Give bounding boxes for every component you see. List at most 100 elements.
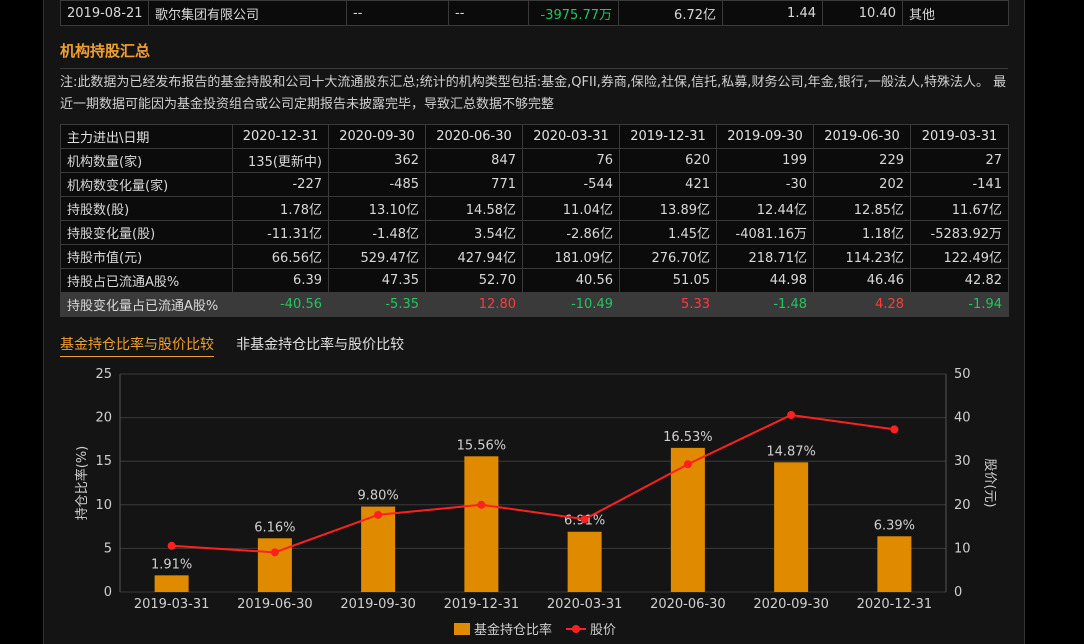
bar-value-label: 6.16% — [254, 520, 295, 535]
table-cell: 5.33 — [619, 292, 717, 317]
holder-pct1: 1.44 — [722, 0, 823, 26]
legend-bar-label: 基金持仓比率 — [474, 622, 552, 638]
bar-value-label: 9.80% — [357, 489, 398, 504]
price-point — [890, 425, 899, 434]
tab-non-fund-ratio[interactable]: 非基金持仓比率与股价比较 — [236, 334, 404, 356]
price-point — [477, 500, 486, 509]
row-label: 持股数(股) — [60, 196, 233, 221]
right-tick-label: 20 — [954, 498, 971, 513]
table-cell: -5.35 — [328, 292, 426, 317]
table-cell: -40.56 — [232, 292, 329, 317]
x-tick-label: 2020-09-30 — [753, 597, 829, 612]
holder-value: 6.72亿 — [618, 0, 723, 26]
table-cell: 199 — [716, 148, 814, 173]
left-axis-title: 持仓比率(%) — [74, 446, 90, 521]
bar-value-label: 6.39% — [874, 518, 915, 533]
legend-line-label: 股价 — [590, 623, 616, 638]
table-cell: 529.47亿 — [328, 244, 426, 269]
x-tick-label: 2019-09-30 — [340, 597, 416, 612]
header-date: 2020-03-31 — [522, 124, 620, 149]
x-tick-label: 2020-06-30 — [650, 597, 726, 612]
fund-ratio-chart: 0 5 10 15 20 25 0 10 20 30 40 50 持仓比率(%) 股价(元) 1.91% 6.… — [74, 367, 997, 638]
header-label: 主力进出\日期 — [60, 124, 233, 149]
bar — [257, 538, 292, 592]
holder-date: 2019-08-21 — [60, 0, 149, 26]
legend-bar-swatch — [454, 623, 470, 635]
right-tick-label: 50 — [954, 367, 971, 382]
table-cell: 135(更新中) — [232, 148, 329, 173]
row-label: 持股市值(元) — [60, 244, 233, 269]
table-row: 持股占已流通A股% 6.39 47.35 52.70 40.56 51.05 44.98 46… — [60, 268, 1009, 293]
table-cell: 14.58亿 — [425, 196, 523, 221]
holder-col3: -- — [346, 0, 449, 26]
note-text: 注:此数据为已经发布报告的基金持股和公司十大流通股东汇总;统计的机构类型包括:基… — [60, 75, 1007, 112]
table-cell: 52.70 — [425, 268, 523, 293]
bar-value-label: 14.87% — [766, 444, 816, 459]
row-label: 持股变化量占已流通A股% — [60, 292, 233, 317]
price-point — [787, 410, 796, 419]
table-row: 2019-08-21 歌尔集团有限公司 -- -- -3975.77万 6.72… — [60, 0, 1009, 26]
table-row: 持股变化量(股) -11.31亿 -1.48亿 3.54亿 -2.86亿 1.45亿 -40… — [60, 220, 1009, 245]
table-cell: 42.82 — [910, 268, 1009, 293]
x-tick-label: 2019-03-31 — [134, 597, 210, 612]
table-cell: 44.98 — [716, 268, 814, 293]
row-label: 持股变化量(股) — [60, 220, 233, 245]
table-cell: 1.78亿 — [232, 196, 329, 221]
price-point — [683, 460, 692, 469]
table-cell: 47.35 — [328, 268, 426, 293]
left-tick-label: 20 — [95, 411, 112, 426]
table-cell: -544 — [522, 172, 620, 197]
table-row: 持股数(股) 1.78亿 13.10亿 14.58亿 11.04亿 13.89亿 12.44… — [60, 196, 1009, 221]
header-date: 2019-06-30 — [813, 124, 911, 149]
bar — [464, 456, 499, 592]
table-cell: 13.10亿 — [328, 196, 426, 221]
left-tick-label: 5 — [104, 541, 112, 556]
header-date: 2019-12-31 — [619, 124, 717, 149]
table-cell: 421 — [619, 172, 717, 197]
table-cell: 427.94亿 — [425, 244, 523, 269]
header-date: 2019-09-30 — [716, 124, 814, 149]
table-cell: -227 — [232, 172, 329, 197]
table-cell: 3.54亿 — [425, 220, 523, 245]
chart-tabs: 基金持仓比率与股价比较 非基金持仓比率与股价比较 — [60, 334, 422, 357]
table-cell: 1.18亿 — [813, 220, 911, 245]
right-tick-label: 30 — [954, 454, 971, 469]
table-cell: 12.44亿 — [716, 196, 814, 221]
holder-type: 其他 — [902, 0, 1009, 26]
table-cell: 6.39 — [232, 268, 329, 293]
right-tick-label: 10 — [954, 541, 971, 556]
table-row: 持股市值(元) 66.56亿 529.47亿 427.94亿 181.09亿 276.70… — [60, 244, 1009, 269]
table-cell: 276.70亿 — [619, 244, 717, 269]
table-cell: -11.31亿 — [232, 220, 329, 245]
holder-col4: -- — [448, 0, 529, 26]
table-cell: 27 — [910, 148, 1009, 173]
left-tick-label: 10 — [95, 498, 112, 513]
table-row: 机构数变化量(家) -227 -485 771 -544 421 -30 202 -141 — [60, 172, 1009, 197]
table-cell: -30 — [716, 172, 814, 197]
table-cell: 847 — [425, 148, 523, 173]
table-cell: -10.49 — [522, 292, 620, 317]
table-header-row: 主力进出\日期 2020-12-31 2020-09-30 2020-06-30 202… — [60, 124, 1009, 149]
table-row: 机构数量(家) 135(更新中) 362 847 76 620 199 229 27 — [60, 148, 1009, 173]
table-cell: 202 — [813, 172, 911, 197]
x-tick-label: 2019-06-30 — [237, 597, 313, 612]
table-cell: 66.56亿 — [232, 244, 329, 269]
header-date: 2020-09-30 — [328, 124, 426, 149]
row-label: 机构数变化量(家) — [60, 172, 233, 197]
left-tick-label: 15 — [95, 454, 112, 469]
table-cell: -2.86亿 — [522, 220, 620, 245]
table-cell: 13.89亿 — [619, 196, 717, 221]
bar — [877, 536, 912, 592]
holder-change: -3975.77万 — [528, 0, 619, 26]
x-tick-label: 2019-12-31 — [444, 597, 520, 612]
x-tick-label: 2020-03-31 — [547, 597, 623, 612]
table-cell: 4.28 — [813, 292, 911, 317]
price-point — [580, 515, 589, 524]
tab-fund-ratio[interactable]: 基金持仓比率与股价比较 — [60, 334, 214, 357]
table-row: 持股变化量占已流通A股% -40.56 -5.35 12.80 -10.49 5.33 -1… — [60, 292, 1009, 317]
table-cell: 76 — [522, 148, 620, 173]
table-cell: -1.94 — [910, 292, 1009, 317]
price-point — [167, 541, 176, 550]
table-cell: 51.05 — [619, 268, 717, 293]
table-cell: 40.56 — [522, 268, 620, 293]
